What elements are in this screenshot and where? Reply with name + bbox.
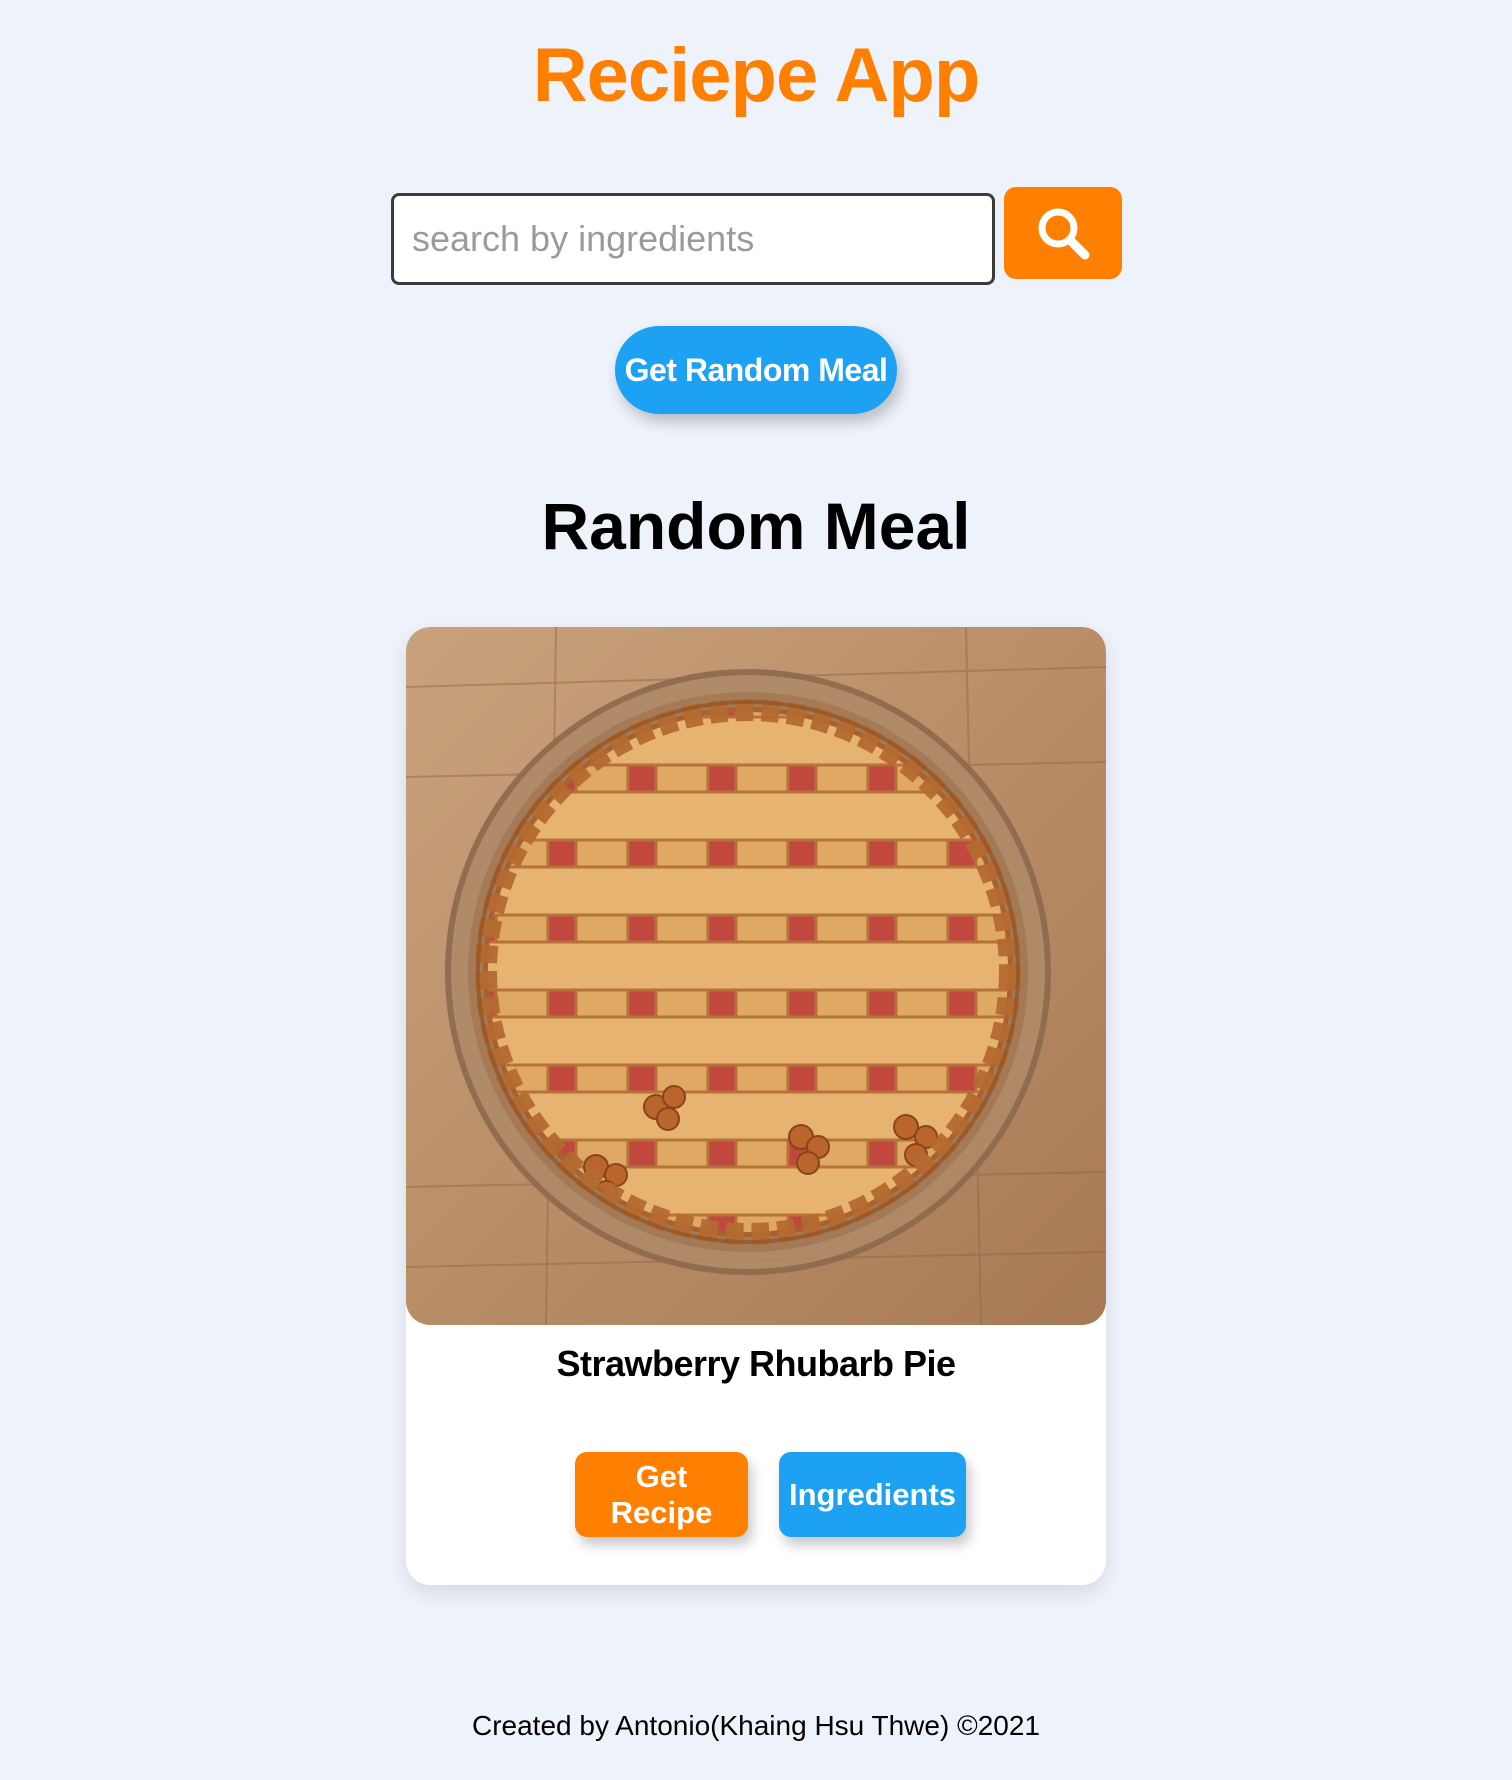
get-recipe-button[interactable]: Get Recipe	[575, 1452, 748, 1537]
search-input[interactable]	[391, 193, 995, 285]
search-button[interactable]	[1004, 187, 1122, 279]
meal-name: Strawberry Rhubarb Pie	[556, 1343, 956, 1384]
search-icon	[1034, 204, 1092, 262]
meal-card: Strawberry Rhubarb Pie Get Recipe Ingred…	[406, 627, 1106, 1585]
app-title: Reciepe App	[532, 33, 981, 118]
footer-credit: Created by Antonio(Khaing Hsu Thwe) ©202…	[471, 1710, 1040, 1741]
ingredients-button[interactable]: Ingredients	[779, 1452, 966, 1537]
get-random-meal-button[interactable]: Get Random Meal	[615, 326, 897, 414]
section-title: Random Meal	[541, 489, 971, 563]
meal-image	[406, 627, 1106, 1325]
